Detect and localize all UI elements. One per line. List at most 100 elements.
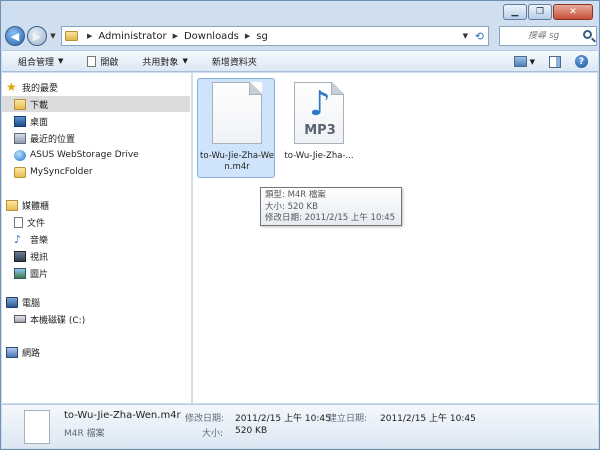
sidebar-item-network[interactable]: 網路: [2, 344, 190, 360]
sidebar-item-label: 我的最愛: [22, 83, 59, 94]
search-box[interactable]: [499, 26, 597, 46]
file-name: to-Wu-Jie-Zha-...: [284, 151, 354, 161]
sidebar-item-label: 本機磁碟 (C:): [30, 315, 86, 326]
maximize-button[interactable]: ❐: [528, 4, 552, 20]
sidebar-item-recent[interactable]: 最近的位置: [2, 130, 190, 146]
file-thumbnail: [24, 410, 50, 444]
library-icon: [6, 199, 18, 211]
open-label: 開啟: [100, 57, 119, 68]
sidebar-item-label: 文件: [27, 218, 46, 229]
tooltip-type: 類型: M4R 檔案: [265, 190, 326, 200]
navigation-pane: ★ 我的最愛 下載 桌面 最近的位置 ASUS WebStorage Drive…: [2, 73, 192, 403]
mp3-file-icon: ♪ MP3: [294, 82, 344, 144]
preview-pane-icon[interactable]: [549, 55, 561, 68]
sidebar-item-label: 音樂: [30, 235, 49, 246]
back-button[interactable]: ◀: [5, 26, 25, 46]
sidebar-item-libraries[interactable]: 媒體櫃: [2, 197, 190, 213]
sidebar-item-label: 媒體櫃: [22, 201, 50, 212]
chevron-right-icon[interactable]: ▶: [87, 32, 92, 40]
music-note-icon: ♪: [14, 232, 22, 246]
folder-icon: [65, 31, 78, 41]
sidebar-item-asus-webstorage[interactable]: ASUS WebStorage Drive: [2, 147, 190, 163]
music-note-icon: ♪: [309, 84, 331, 124]
sidebar-item-label: 下載: [30, 100, 49, 111]
view-controls: ▼ ?: [513, 55, 588, 68]
breadcrumb-downloads[interactable]: Downloads: [184, 31, 239, 42]
details-pane: to-Wu-Jie-Zha-Wen.m4r M4R 檔案 修改日期: 2011/…: [2, 404, 598, 448]
sidebar-item-computer[interactable]: 電腦: [2, 294, 190, 310]
sidebar-item-documents[interactable]: 文件: [2, 214, 190, 230]
open-button[interactable]: 開啟: [87, 55, 118, 68]
sidebar-item-videos[interactable]: 視訊: [2, 248, 190, 264]
explorer-window: ▁ ❐ ✕ ◀ ▶ ▼ ▶ Administrator ▶ Downloads …: [0, 0, 600, 450]
details-size-label: 大小:: [202, 429, 224, 439]
share-button[interactable]: 共用對象 ▼: [142, 55, 187, 68]
command-bar: 組合管理 ▼ 開啟 共用對象 ▼ 新增資料夾 ▼ ?: [2, 50, 598, 72]
search-icon[interactable]: [583, 30, 592, 39]
sidebar-item-label: MySyncFolder: [30, 167, 93, 177]
sidebar-item-pictures[interactable]: 圖片: [2, 265, 190, 281]
organize-button[interactable]: 組合管理 ▼: [18, 55, 63, 68]
video-icon: [14, 250, 26, 262]
sync-folder-icon: [14, 166, 26, 178]
minimize-button[interactable]: ▁: [503, 4, 527, 20]
documents-icon: [14, 216, 23, 228]
details-created-value[interactable]: 2011/2/15 上午 10:45: [380, 411, 476, 424]
sidebar-item-favorites[interactable]: ★ 我的最愛: [2, 79, 190, 95]
navigation-row: ◀ ▶ ▼ ▶ Administrator ▶ Downloads ▶ sg ▼…: [5, 25, 597, 47]
tooltip-modified: 修改日期: 2011/2/15 上午 10:45: [265, 213, 396, 223]
sidebar-item-label: 最近的位置: [30, 134, 76, 145]
forward-button[interactable]: ▶: [27, 26, 47, 46]
file-list: to-Wu-Jie-Zha-Wen.m4r ♪ MP3 to-Wu-Jie-Zh…: [193, 73, 597, 403]
address-bar[interactable]: ▶ Administrator ▶ Downloads ▶ sg ▼ ⟲: [61, 26, 489, 46]
file-item-m4r[interactable]: to-Wu-Jie-Zha-Wen.m4r: [197, 78, 275, 178]
blank-file-icon: [212, 82, 262, 144]
new-folder-label: 新增資料夾: [211, 57, 257, 68]
sidebar-item-desktop[interactable]: 桌面: [2, 113, 190, 129]
address-dropdown-icon[interactable]: ▼: [463, 32, 468, 40]
sidebar-item-mysyncfolder[interactable]: MySyncFolder: [2, 164, 190, 180]
help-icon[interactable]: ?: [575, 55, 588, 68]
chevron-right-icon[interactable]: ▶: [245, 32, 250, 40]
sidebar-item-downloads[interactable]: 下載: [2, 96, 190, 112]
blank-file-icon: [87, 55, 97, 67]
details-modified-value[interactable]: 2011/2/15 上午 10:45: [235, 411, 331, 424]
cloud-drive-icon: [14, 149, 26, 161]
details-modified-label: 修改日期:: [185, 414, 225, 424]
hard-drive-icon: [14, 315, 26, 323]
share-label: 共用對象: [142, 57, 179, 68]
sidebar-item-label: 桌面: [30, 117, 49, 128]
sidebar-item-label: 電腦: [22, 298, 41, 309]
new-folder-button[interactable]: 新增資料夾: [212, 55, 257, 68]
breadcrumb-sg[interactable]: sg: [256, 31, 268, 42]
chevron-down-icon: ▼: [182, 57, 188, 65]
file-item-mp3[interactable]: ♪ MP3 to-Wu-Jie-Zha-...: [279, 78, 357, 178]
mp3-badge: MP3: [304, 123, 336, 138]
organize-label: 組合管理: [18, 57, 55, 68]
sidebar-item-label: 網路: [22, 348, 41, 359]
details-size-value: 520 KB: [235, 426, 268, 436]
chevron-down-icon: ▼: [58, 57, 64, 65]
caption-buttons: ▁ ❐ ✕: [503, 4, 593, 20]
downloads-folder-icon: [14, 98, 26, 110]
file-info-tooltip: 類型: M4R 檔案 大小: 520 KB 修改日期: 2011/2/15 上午…: [260, 187, 402, 226]
change-view-button[interactable]: ▼: [513, 56, 535, 67]
chevron-right-icon[interactable]: ▶: [173, 32, 178, 40]
close-button[interactable]: ✕: [553, 4, 593, 20]
sidebar-item-label: 視訊: [30, 252, 49, 263]
refresh-icon[interactable]: ⟲: [475, 30, 484, 43]
sidebar-item-local-disk[interactable]: 本機磁碟 (C:): [2, 311, 190, 327]
search-input[interactable]: [528, 31, 584, 41]
sidebar-item-music[interactable]: ♪ 音樂: [2, 231, 190, 247]
breadcrumb-administrator[interactable]: Administrator: [98, 31, 166, 42]
recent-pages-dropdown[interactable]: ▼: [48, 32, 58, 40]
recent-places-icon: [14, 132, 26, 144]
chevron-down-icon: ▼: [529, 57, 535, 66]
details-file-type: M4R 檔案: [64, 429, 105, 439]
details-created-label: 建立日期:: [328, 414, 368, 424]
view-icon: [513, 56, 527, 67]
desktop-icon: [14, 115, 26, 127]
file-name: to-Wu-Jie-Zha-Wen.m4r: [200, 151, 274, 172]
picture-icon: [14, 267, 26, 279]
tooltip-size: 大小: 520 KB: [265, 201, 318, 212]
